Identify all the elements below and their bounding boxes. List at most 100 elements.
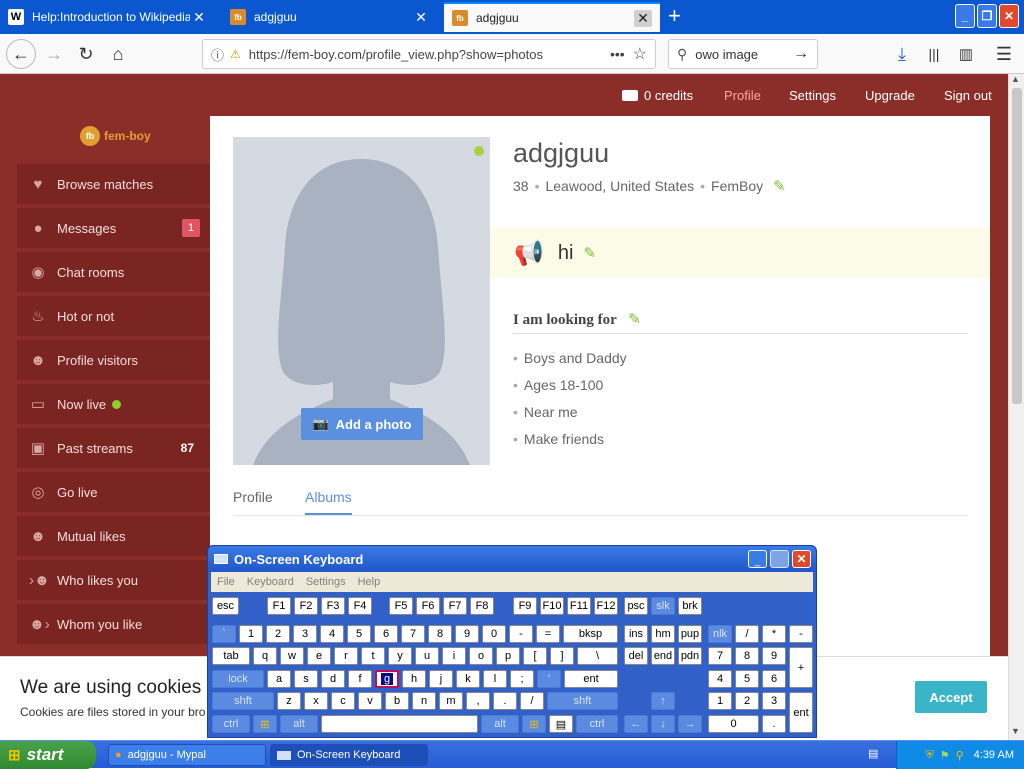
key-6[interactable]: 6 [374,625,398,643]
new-tab-icon[interactable]: + [668,5,688,27]
sidebar-item-go-live[interactable]: ◎ Go live [17,472,210,514]
key-r[interactable]: r [334,647,358,665]
key-backspace[interactable]: bksp [563,625,618,643]
key-pgup[interactable]: pup [678,625,702,643]
sidebar-item-profile-visitors[interactable]: ☻ Profile visitors [17,340,210,382]
key-left-shift[interactable]: shft [212,692,274,710]
home-icon[interactable]: ⌂ [104,40,132,68]
key-k[interactable]: k [456,670,480,688]
key-comma[interactable]: , [466,692,490,710]
key-period[interactable]: . [493,692,517,710]
search-input[interactable]: ⚲ owo image → [668,39,818,69]
sidebar-item-messages[interactable]: ● Messages 1 [17,208,210,250]
add-photo-button[interactable]: 📷 Add a photo [301,408,423,440]
key-n[interactable]: n [412,692,436,710]
key-9[interactable]: 9 [455,625,479,643]
key-right-shift[interactable]: shft [547,692,618,710]
info-icon[interactable]: ⓘ [211,45,224,64]
key-f12[interactable]: F12 [594,597,618,615]
key-home[interactable]: hm [651,625,675,643]
key-menu[interactable]: ▤ [549,715,573,733]
key-num-4[interactable]: 4 [708,670,732,688]
edit-status-icon[interactable]: ✎ [583,244,596,262]
key-f9[interactable]: F9 [513,597,537,615]
key-t[interactable]: t [361,647,385,665]
key-up-arrow[interactable]: ↑ [651,692,675,710]
key-h[interactable]: h [402,670,426,688]
key-space[interactable] [321,715,478,733]
key-3[interactable]: 3 [293,625,317,643]
key-minus[interactable]: - [509,625,533,643]
key-down-arrow[interactable]: ↓ [651,715,675,733]
scroll-up-icon[interactable]: ▲ [1011,74,1020,84]
key-del[interactable]: del [624,647,648,665]
close-window-icon[interactable]: ✕ [999,4,1019,28]
key-end[interactable]: end [651,647,675,665]
key-num-3[interactable]: 3 [762,692,786,710]
tab-wikipedia[interactable]: W Help:Introduction to Wikipedia - W ✕ [0,2,216,32]
key-m[interactable]: m [439,692,463,710]
back-icon[interactable]: ← [6,39,36,69]
key-x[interactable]: x [304,692,328,710]
sidebar-item-whom-you-like[interactable]: ☻› Whom you like [17,604,210,646]
key-num-divide[interactable]: / [735,625,759,643]
key-capslock[interactable]: lock [212,670,264,688]
scrollbar-thumb[interactable] [1012,88,1022,404]
key-psc[interactable]: psc [624,597,648,615]
key-s[interactable]: s [294,670,318,688]
osk-maximize-icon[interactable] [770,550,789,568]
key-backslash[interactable]: \ [577,647,618,665]
key-right-alt[interactable]: alt [481,715,519,733]
tab-adgjguu-1[interactable]: fb adgjguu ✕ [222,2,438,32]
key-num-0[interactable]: 0 [708,715,759,733]
key-backtick[interactable]: ` [212,625,236,643]
key-right-win[interactable]: ⊞ [522,715,546,733]
key-numlock[interactable]: nlk [708,625,732,643]
menu-icon[interactable]: ☰ [990,40,1018,68]
key-num-6[interactable]: 6 [762,670,786,688]
key-c[interactable]: c [331,692,355,710]
key-tab[interactable]: tab [212,647,250,665]
forward-icon[interactable]: → [40,40,68,68]
page-scrollbar[interactable]: ▲ ▼ [1008,74,1024,740]
key-num-1[interactable]: 1 [708,692,732,710]
library-icon[interactable]: ||| [920,40,948,68]
key-u[interactable]: u [415,647,439,665]
insecure-lock-icon[interactable]: ⚠ [230,47,241,61]
key-num-minus[interactable]: - [789,625,813,643]
key-l[interactable]: l [483,670,507,688]
sidebar-item-chat-rooms[interactable]: ◉ Chat rooms [17,252,210,294]
url-bar[interactable]: ⓘ ⚠ https://fem-boy.com/profile_view.php… [202,39,656,69]
key-2[interactable]: 2 [266,625,290,643]
key-d[interactable]: d [321,670,345,688]
site-logo[interactable]: fb fem-boy [80,126,151,146]
key-num-7[interactable]: 7 [708,647,732,665]
key-enter[interactable]: ent [564,670,618,688]
key-i[interactable]: i [442,647,466,665]
key-5[interactable]: 5 [347,625,371,643]
key-v[interactable]: v [358,692,382,710]
sidebar-item-hot-or-not[interactable]: ♨ Hot or not [17,296,210,338]
key-p[interactable]: p [496,647,520,665]
upgrade-link[interactable]: Upgrade [865,88,915,103]
key-f10[interactable]: F10 [540,597,564,615]
osk-menu-file[interactable]: File [217,576,235,588]
key-f4[interactable]: F4 [348,597,372,615]
close-tab-icon[interactable]: ✕ [412,9,430,26]
key-z[interactable]: z [277,692,301,710]
key-brk[interactable]: brk [678,597,702,615]
key-ins[interactable]: ins [624,625,648,643]
key-num-enter[interactable]: ent [789,692,813,733]
key-q[interactable]: q [253,647,277,665]
key-y[interactable]: y [388,647,412,665]
key-num-8[interactable]: 8 [735,647,759,665]
profile-link[interactable]: Profile [724,88,761,103]
key-f3[interactable]: F3 [321,597,345,615]
minimize-icon[interactable]: _ [955,4,975,28]
osk-minimize-icon[interactable]: _ [748,550,767,568]
edit-looking-for-icon[interactable]: ✎ [628,311,641,328]
key-right-arrow[interactable]: → [678,715,702,733]
sidebar-item-browse-matches[interactable]: ♥ Browse matches [17,164,210,206]
tab-adgjguu-active[interactable]: fb adgjguu ✕ [444,2,660,32]
key-num-5[interactable]: 5 [735,670,759,688]
